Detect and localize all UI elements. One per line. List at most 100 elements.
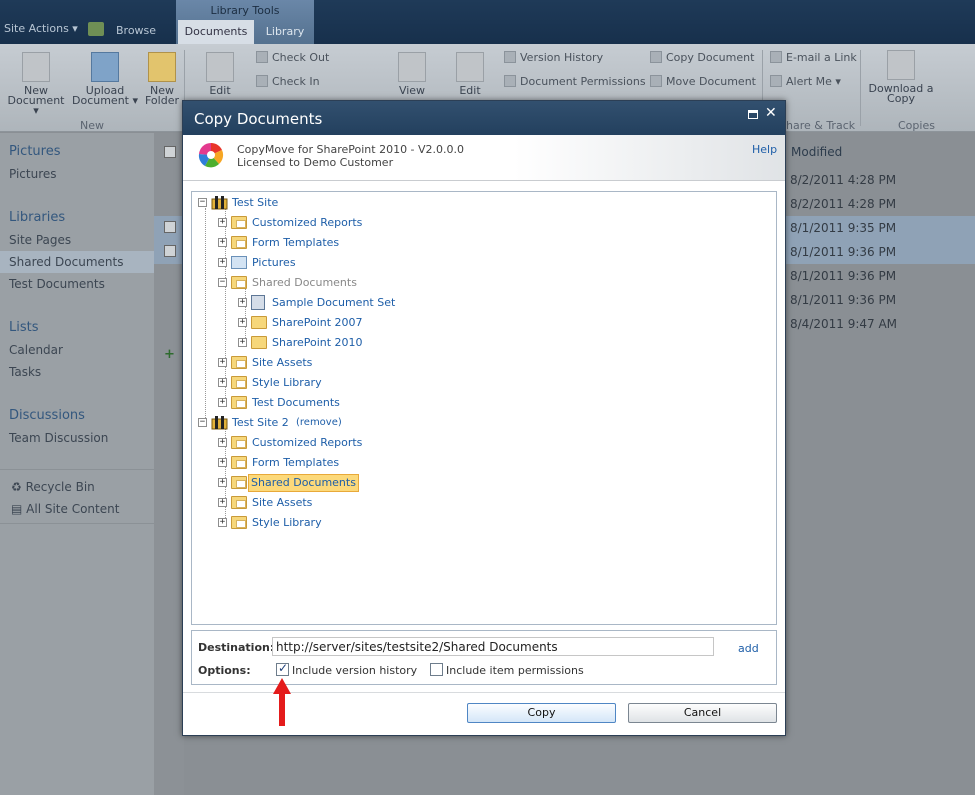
expand-icon[interactable]: + bbox=[218, 498, 227, 507]
nav-item-calendar[interactable]: Calendar bbox=[9, 343, 63, 357]
nav-item-tasks[interactable]: Tasks bbox=[9, 365, 41, 379]
new-document-label-2: Document ▾ bbox=[7, 94, 65, 117]
expand-icon[interactable]: + bbox=[218, 238, 227, 247]
nav-heading-pictures[interactable]: Pictures bbox=[9, 144, 60, 159]
new-folder-button[interactable]: New Folder bbox=[142, 52, 182, 106]
expand-icon[interactable]: + bbox=[218, 398, 227, 407]
expand-icon[interactable]: + bbox=[218, 218, 227, 227]
picture-library-icon bbox=[231, 256, 247, 269]
check-in-label: Check In bbox=[272, 75, 320, 88]
check-in-button[interactable]: Check In bbox=[256, 75, 320, 88]
add-document-icon[interactable]: + bbox=[164, 347, 175, 362]
list-folder-icon bbox=[231, 436, 247, 449]
tree-label: Test Site bbox=[232, 196, 279, 209]
expand-icon[interactable]: + bbox=[238, 338, 247, 347]
nav-heading-libraries[interactable]: Libraries bbox=[9, 210, 65, 225]
view-properties-button[interactable]: View bbox=[392, 52, 432, 96]
help-link[interactable]: Help bbox=[752, 143, 777, 156]
check-out-button[interactable]: Check Out bbox=[256, 51, 329, 64]
nav-item-shared-documents[interactable]: Shared Documents bbox=[9, 255, 123, 269]
version-history-button[interactable]: Version History bbox=[504, 51, 603, 64]
options-label: Options: bbox=[198, 664, 251, 677]
expand-icon[interactable]: + bbox=[218, 378, 227, 387]
document-set-icon bbox=[251, 295, 265, 310]
expand-icon[interactable]: + bbox=[218, 438, 227, 447]
column-header-modified[interactable]: Modified bbox=[791, 145, 842, 159]
include-version-history-checkbox[interactable] bbox=[276, 661, 289, 676]
document-permissions-label: Document Permissions bbox=[520, 75, 646, 88]
nav-divider bbox=[0, 523, 154, 524]
collapse-icon[interactable]: − bbox=[198, 418, 207, 427]
destination-input[interactable] bbox=[272, 637, 714, 656]
select-all-checkbox[interactable] bbox=[164, 146, 176, 158]
expand-icon[interactable]: + bbox=[218, 518, 227, 527]
copy-document-button[interactable]: Copy Document bbox=[650, 51, 754, 64]
license-text: Licensed to Demo Customer bbox=[237, 156, 394, 169]
new-document-button[interactable]: New Document ▾ bbox=[6, 52, 66, 116]
include-item-permissions-checkbox[interactable] bbox=[430, 663, 443, 676]
move-document-label: Move Document bbox=[666, 75, 756, 88]
upload-icon bbox=[91, 52, 119, 82]
site-actions-menu[interactable]: Site Actions ▾ bbox=[4, 22, 78, 35]
edit-properties-button[interactable]: Edit bbox=[450, 52, 490, 96]
nav-item-site-pages[interactable]: Site Pages bbox=[9, 233, 71, 247]
maximize-icon[interactable] bbox=[748, 110, 758, 119]
row-checkbox[interactable] bbox=[164, 245, 176, 257]
nav-item-team-discussion[interactable]: Team Discussion bbox=[9, 431, 108, 445]
copy-button[interactable]: Copy bbox=[467, 703, 616, 723]
view-properties-icon bbox=[398, 52, 426, 82]
download-copy-label-2: Copy bbox=[887, 92, 915, 105]
nav-item-all-site-content[interactable]: ▤ All Site Content bbox=[11, 502, 119, 516]
collapse-icon[interactable]: − bbox=[218, 278, 227, 287]
expand-icon[interactable]: + bbox=[218, 358, 227, 367]
tree-label: SharePoint 2007 bbox=[272, 316, 363, 329]
move-document-button[interactable]: Move Document bbox=[650, 75, 756, 88]
expand-icon[interactable]: + bbox=[238, 318, 247, 327]
table-cell-modified: 8/2/2011 4:28 PM bbox=[790, 173, 897, 187]
nav-item-recycle-bin[interactable]: ♻ Recycle Bin bbox=[11, 480, 95, 494]
document-permissions-button[interactable]: Document Permissions bbox=[504, 75, 646, 88]
top-bar bbox=[0, 0, 975, 44]
dialog-title-bar[interactable]: Copy Documents ✕ bbox=[183, 101, 785, 135]
edit-document-button[interactable]: Edit bbox=[200, 52, 240, 96]
expand-icon[interactable]: + bbox=[218, 458, 227, 467]
expand-icon[interactable]: + bbox=[218, 478, 227, 487]
tree-label: Site Assets bbox=[252, 496, 313, 509]
tree-label: Test Site 2 bbox=[232, 416, 289, 429]
tab-browse[interactable]: Browse bbox=[116, 24, 156, 37]
group-copies-label: Copies bbox=[898, 119, 935, 132]
download-copy-button[interactable]: Download a Copy bbox=[866, 50, 936, 104]
upload-document-button[interactable]: Upload Document ▾ bbox=[72, 52, 138, 106]
edit-properties-icon bbox=[456, 52, 484, 82]
remove-site-link[interactable]: (remove) bbox=[296, 414, 342, 432]
expand-icon[interactable]: + bbox=[238, 298, 247, 307]
add-destination-link[interactable]: add bbox=[738, 642, 759, 655]
row-checkbox[interactable] bbox=[164, 221, 176, 233]
alert-me-label: Alert Me ▾ bbox=[786, 75, 841, 88]
close-icon[interactable]: ✕ bbox=[765, 105, 777, 121]
navigate-up-icon[interactable] bbox=[88, 22, 104, 36]
tab-documents[interactable]: Documents bbox=[178, 20, 254, 44]
site-content-icon: ▤ bbox=[11, 502, 27, 516]
tree-label: Customized Reports bbox=[252, 216, 363, 229]
check-out-icon bbox=[256, 51, 268, 63]
tree-label: Shared Documents bbox=[252, 276, 357, 289]
nav-item-test-documents[interactable]: Test Documents bbox=[9, 277, 105, 291]
tree-line bbox=[245, 288, 246, 344]
email-link-button[interactable]: E-mail a Link bbox=[770, 51, 857, 64]
recycle-bin-icon: ♻ bbox=[11, 480, 26, 494]
nav-item-pictures[interactable]: Pictures bbox=[9, 167, 57, 181]
new-document-icon bbox=[22, 52, 50, 82]
cancel-button[interactable]: Cancel bbox=[628, 703, 777, 723]
nav-heading-lists[interactable]: Lists bbox=[9, 320, 39, 335]
alert-me-button[interactable]: Alert Me ▾ bbox=[770, 75, 841, 88]
tab-library[interactable]: Library bbox=[258, 20, 312, 44]
expand-icon[interactable]: + bbox=[218, 258, 227, 267]
table-cell-modified: 8/1/2011 9:36 PM bbox=[790, 245, 897, 259]
email-icon bbox=[770, 51, 782, 63]
collapse-icon[interactable]: − bbox=[198, 198, 207, 207]
table-cell-modified: 8/2/2011 4:28 PM bbox=[790, 197, 897, 211]
tree-line bbox=[205, 208, 206, 424]
folder-icon bbox=[251, 336, 267, 349]
nav-heading-discussions[interactable]: Discussions bbox=[9, 408, 85, 423]
